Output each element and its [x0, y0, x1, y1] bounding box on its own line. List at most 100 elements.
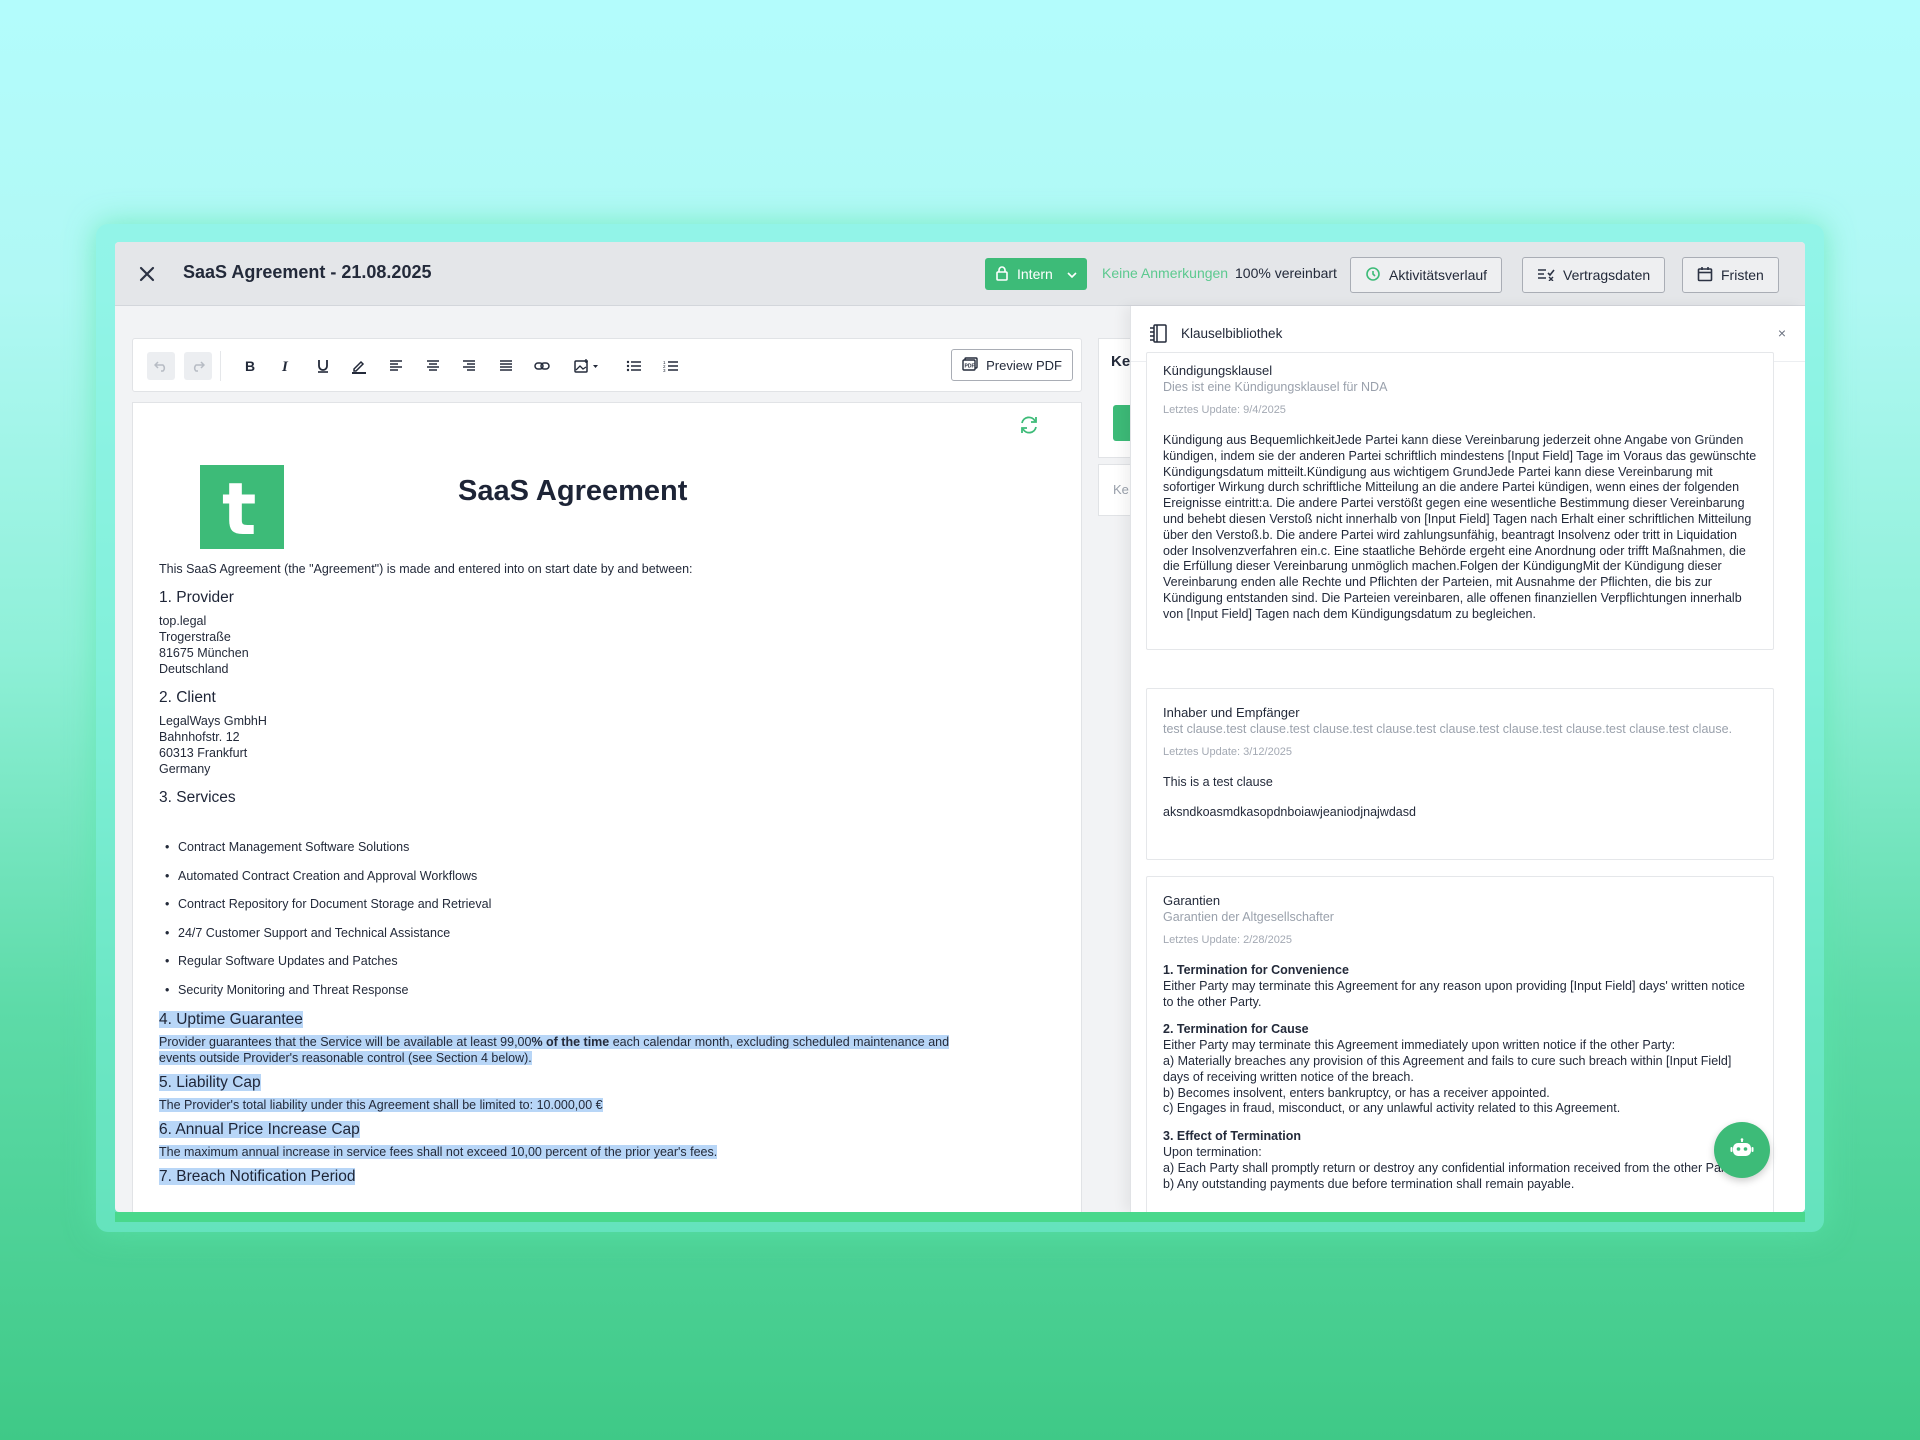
- client-line: Germany: [159, 762, 211, 776]
- bold-icon[interactable]: B: [236, 352, 264, 380]
- activity-button[interactable]: Aktivitätsverlauf: [1350, 257, 1503, 293]
- document-editor[interactable]: t SaaS Agreement This SaaS Agreement (th…: [132, 402, 1082, 1212]
- app-window: SaaS Agreement - 21.08.2025 Intern Keine…: [115, 242, 1805, 1212]
- clause-card[interactable]: Kündigungsklausel Dies ist eine Kündigun…: [1146, 352, 1774, 650]
- underline-icon[interactable]: [309, 352, 337, 380]
- pdf-icon: PDF: [962, 356, 978, 374]
- clause-date: Letztes Update: 9/4/2025: [1163, 404, 1286, 416]
- clause-text: aksndkoasmdkasopdnboiawjeaniodjnajwdasd: [1163, 804, 1416, 819]
- align-center-icon[interactable]: [419, 352, 447, 380]
- clause-section: 2. Termination for Cause Either Party ma…: [1163, 1022, 1757, 1117]
- list-item: Automated Contract Creation and Approval…: [159, 868, 1039, 897]
- clause-subtitle: Dies ist eine Kündigungsklausel für NDA: [1163, 380, 1388, 394]
- align-right-icon[interactable]: [455, 352, 483, 380]
- clause-section: 1. Termination for Convenience Either Pa…: [1163, 963, 1757, 1010]
- list-item: 24/7 Customer Support and Technical Assi…: [159, 925, 1039, 954]
- uptime-heading: 4. Uptime Guarantee: [159, 1010, 303, 1028]
- list-item: Security Monitoring and Threat Response: [159, 982, 1039, 1011]
- uptime-text-bold: % of the time: [531, 1034, 610, 1049]
- visibility-label: Intern: [1017, 266, 1053, 282]
- deadlines-label: Fristen: [1721, 267, 1764, 283]
- liability-text: The Provider's total liability under thi…: [159, 1097, 603, 1112]
- clause-line: a) Each Party shall promptly return or d…: [1163, 1160, 1738, 1175]
- close-icon[interactable]: [135, 262, 159, 286]
- preview-pdf-label: Preview PDF: [986, 357, 1062, 373]
- italic-icon[interactable]: I: [272, 352, 300, 380]
- align-justify-icon[interactable]: [492, 352, 520, 380]
- library-book-icon: [1149, 324, 1167, 349]
- clause-subtitle: Garantien der Altgesellschafter: [1163, 910, 1334, 924]
- services-heading: 3. Services: [159, 789, 236, 806]
- liability-heading: 5. Liability Cap: [159, 1073, 261, 1091]
- clause-line: a) Materially breaches any provision of …: [1163, 1053, 1732, 1084]
- client-address: LegalWays GmbhH Bahnhofstr. 12 60313 Fra…: [159, 713, 1039, 777]
- sync-icon[interactable]: [1018, 415, 1040, 440]
- client-line: 60313 Frankfurt: [159, 746, 248, 760]
- list-item: Contract Repository for Document Storage…: [159, 896, 1039, 925]
- editor-toolbar: B I 123 PDF Preview PDF: [132, 338, 1082, 392]
- deadlines-button[interactable]: Fristen: [1682, 257, 1779, 293]
- svg-text:3: 3: [663, 368, 666, 372]
- svg-text:t: t: [222, 474, 256, 540]
- side-panel-input-placeholder: Ke: [1113, 482, 1129, 497]
- clause-title: Garantien: [1163, 893, 1221, 908]
- clause-line: Either Party may terminate this Agreemen…: [1163, 978, 1745, 1009]
- redo-icon[interactable]: [184, 352, 212, 380]
- clause-section-heading: 1. Termination for Convenience: [1163, 963, 1349, 977]
- numbered-list-icon[interactable]: 123: [657, 352, 685, 380]
- bullet-list-icon[interactable]: [620, 352, 648, 380]
- activity-button-label: Aktivitätsverlauf: [1389, 267, 1488, 283]
- clause-date: Letztes Update: 3/12/2025: [1163, 746, 1293, 758]
- calendar-icon: [1697, 266, 1713, 285]
- document-heading: SaaS Agreement: [458, 475, 688, 507]
- side-panel-title: Ke: [1111, 353, 1131, 370]
- comments-status[interactable]: Keine Anmerkungen: [1102, 265, 1228, 281]
- lock-icon: [995, 265, 1009, 284]
- clause-section: 3. Effect of Termination Upon terminatio…: [1163, 1129, 1757, 1192]
- uptime-text: Provider guarantees that the Service wil…: [159, 1034, 532, 1049]
- contract-data-label: Vertragsdaten: [1563, 267, 1651, 283]
- company-logo: t: [200, 465, 284, 549]
- provider-line: Deutschland: [159, 662, 229, 676]
- robot-icon: [1730, 1137, 1754, 1163]
- clause-line: Upon termination:: [1163, 1144, 1262, 1159]
- document-body: This SaaS Agreement (the "Agreement") is…: [159, 561, 1039, 1191]
- history-icon: [1365, 266, 1381, 285]
- list-item: Regular Software Updates and Patches: [159, 953, 1039, 982]
- assistant-button[interactable]: [1714, 1122, 1770, 1178]
- breach-heading: 7. Breach Notification Period: [159, 1167, 356, 1185]
- clause-library-title: Klauselbibliothek: [1181, 326, 1283, 341]
- agreed-status: 100% vereinbart: [1235, 265, 1337, 281]
- services-list: Contract Management Software Solutions A…: [159, 839, 1039, 1011]
- close-icon[interactable]: ×: [1778, 325, 1786, 341]
- clause-section-heading: 3. Effect of Termination: [1163, 1129, 1301, 1144]
- price-text: The maximum annual increase in service f…: [159, 1144, 718, 1159]
- link-icon[interactable]: [528, 352, 556, 380]
- clause-card[interactable]: Garantien Garantien der Altgesellschafte…: [1146, 876, 1774, 1212]
- clause-text: Kündigung aus BequemlichkeitJede Partei …: [1163, 433, 1757, 621]
- clause-card[interactable]: Inhaber und Empfänger test clause.test c…: [1146, 688, 1774, 860]
- provider-heading: 1. Provider: [159, 589, 234, 606]
- insert-image-icon[interactable]: [569, 352, 605, 380]
- clause-section-heading: 2. Termination for Cause: [1163, 1022, 1309, 1037]
- provider-line: 81675 München: [159, 646, 249, 660]
- preview-pdf-button[interactable]: PDF Preview PDF: [951, 349, 1073, 381]
- align-left-icon[interactable]: [382, 352, 410, 380]
- clause-line: c) Engages in fraud, misconduct, or any …: [1163, 1101, 1621, 1116]
- client-line: LegalWays GmbhH: [159, 714, 267, 728]
- top-bar: SaaS Agreement - 21.08.2025 Intern Keine…: [115, 242, 1805, 306]
- undo-icon[interactable]: [147, 352, 175, 380]
- visibility-dropdown[interactable]: Intern: [985, 258, 1087, 290]
- clause-line: Either Party may terminate this Agreemen…: [1163, 1038, 1676, 1053]
- svg-text:PDF: PDF: [965, 363, 975, 369]
- list-item: Contract Management Software Solutions: [159, 839, 1039, 868]
- window-bottom-edge: [115, 1212, 1805, 1222]
- clause-line: b) Any outstanding payments due before t…: [1163, 1176, 1575, 1191]
- client-heading: 2. Client: [159, 689, 216, 706]
- svg-text:I: I: [281, 359, 289, 373]
- clause-date: Letztes Update: 2/28/2025: [1163, 934, 1293, 946]
- selected-sections: 4. Uptime Guarantee Provider guarantees …: [159, 1009, 1039, 1188]
- contract-data-button[interactable]: Vertragsdaten: [1522, 257, 1666, 293]
- highlight-pen-icon[interactable]: [345, 352, 373, 380]
- clause-subtitle: test clause.test clause.test clause.test…: [1163, 722, 1733, 736]
